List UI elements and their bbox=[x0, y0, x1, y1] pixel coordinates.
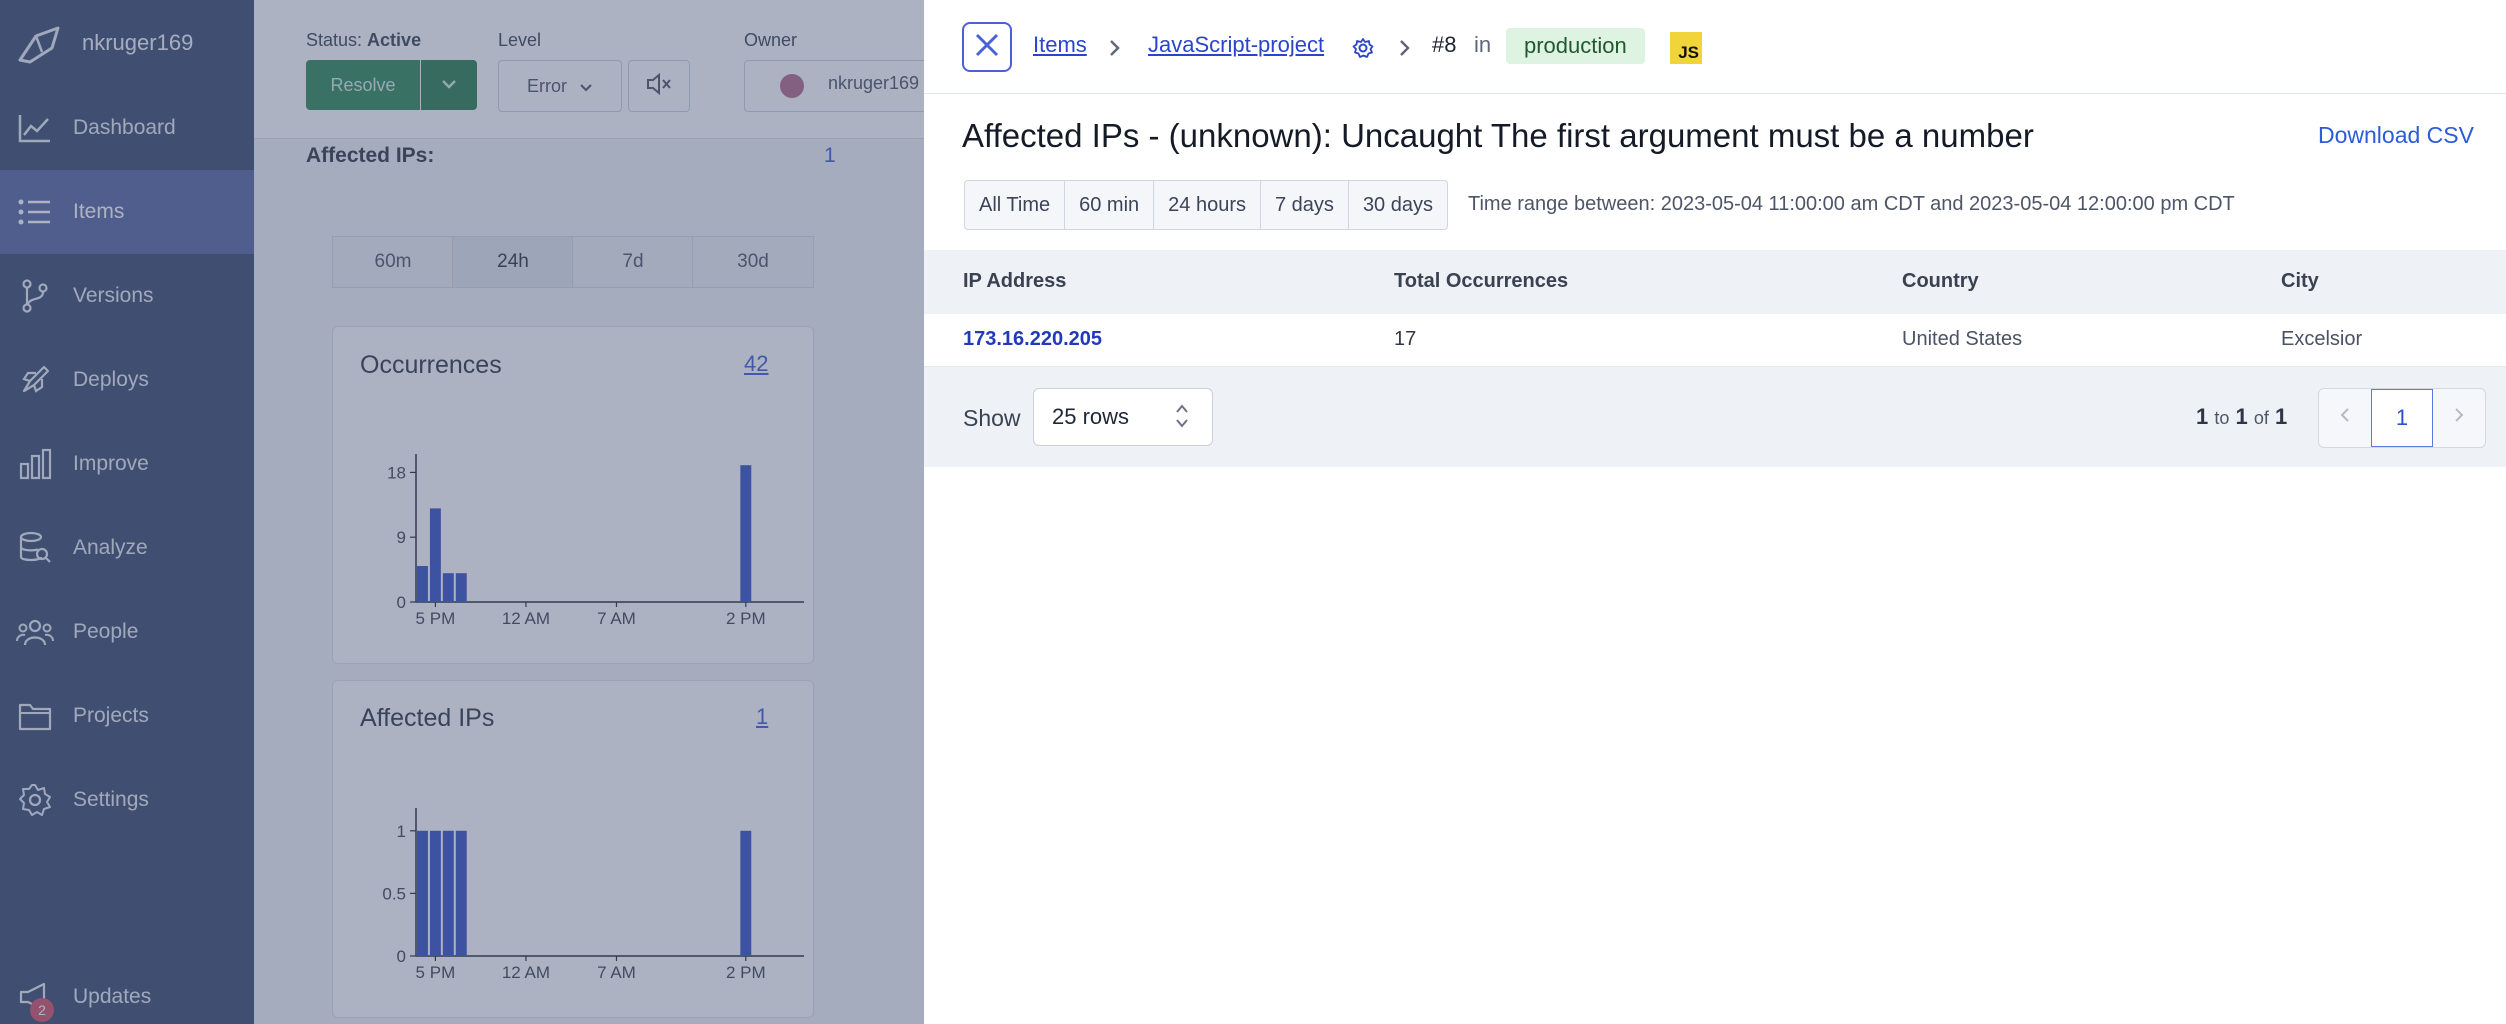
show-label: Show bbox=[963, 405, 1021, 431]
range-7d-button[interactable]: 7 days bbox=[1261, 181, 1349, 229]
sort-updown-icon bbox=[1174, 402, 1190, 435]
page-button-current[interactable]: 1 bbox=[2371, 389, 2433, 447]
occurrences-cell: 17 bbox=[1394, 328, 1417, 350]
close-button[interactable] bbox=[962, 22, 1012, 72]
environment-badge: production bbox=[1506, 28, 1645, 64]
chevron-right-icon bbox=[1398, 38, 1412, 63]
column-header-country[interactable]: Country bbox=[1902, 270, 1979, 293]
javascript-icon: JS bbox=[1670, 32, 1702, 64]
country-cell: United States bbox=[1902, 328, 2023, 350]
page-title: Affected IPs - (unknown): Uncaught The f… bbox=[962, 117, 2034, 154]
item-number: #8 bbox=[1432, 32, 1457, 57]
close-icon bbox=[974, 32, 1000, 63]
in-label: in bbox=[1474, 32, 1492, 57]
rows-per-page-value: 25 rows bbox=[1052, 404, 1130, 429]
ip-address-link[interactable]: 173.16.220.205 bbox=[963, 328, 1102, 351]
time-range-text: Time range between: 2023-05-04 11:00:00 … bbox=[1468, 193, 2235, 215]
city-cell: Excelsior bbox=[2281, 328, 2363, 350]
previous-page-button[interactable] bbox=[2319, 389, 2371, 447]
time-range-group: All Time 60 min 24 hours 7 days 30 days bbox=[964, 180, 1448, 230]
column-header-city[interactable]: City bbox=[2281, 270, 2319, 293]
range-30d-button[interactable]: 30 days bbox=[1349, 181, 1447, 229]
range-60min-button[interactable]: 60 min bbox=[1065, 181, 1155, 229]
download-csv-link[interactable]: Download CSV bbox=[2318, 122, 2474, 149]
modal-backdrop[interactable] bbox=[0, 0, 924, 1024]
pagination-info: 1 to 1 of 1 bbox=[2196, 404, 2288, 429]
chevron-left-icon bbox=[2339, 406, 2351, 430]
table-header bbox=[924, 250, 2506, 314]
chevron-right-icon bbox=[2453, 406, 2465, 430]
breadcrumb-project-link[interactable]: JavaScript-project bbox=[1148, 32, 1324, 58]
column-header-ip[interactable]: IP Address bbox=[963, 270, 1066, 293]
chevron-right-icon bbox=[1108, 38, 1122, 63]
range-24h-button[interactable]: 24 hours bbox=[1154, 181, 1261, 229]
next-page-button[interactable] bbox=[2433, 389, 2485, 447]
table-row bbox=[924, 314, 2506, 367]
column-header-occurrences[interactable]: Total Occurrences bbox=[1394, 270, 1568, 293]
breadcrumb-items-link[interactable]: Items bbox=[1033, 32, 1087, 58]
header-divider bbox=[924, 93, 2506, 94]
pagination: 1 bbox=[2318, 388, 2486, 448]
range-all-time-button[interactable]: All Time bbox=[965, 181, 1066, 229]
project-settings-icon[interactable] bbox=[1352, 37, 1374, 64]
